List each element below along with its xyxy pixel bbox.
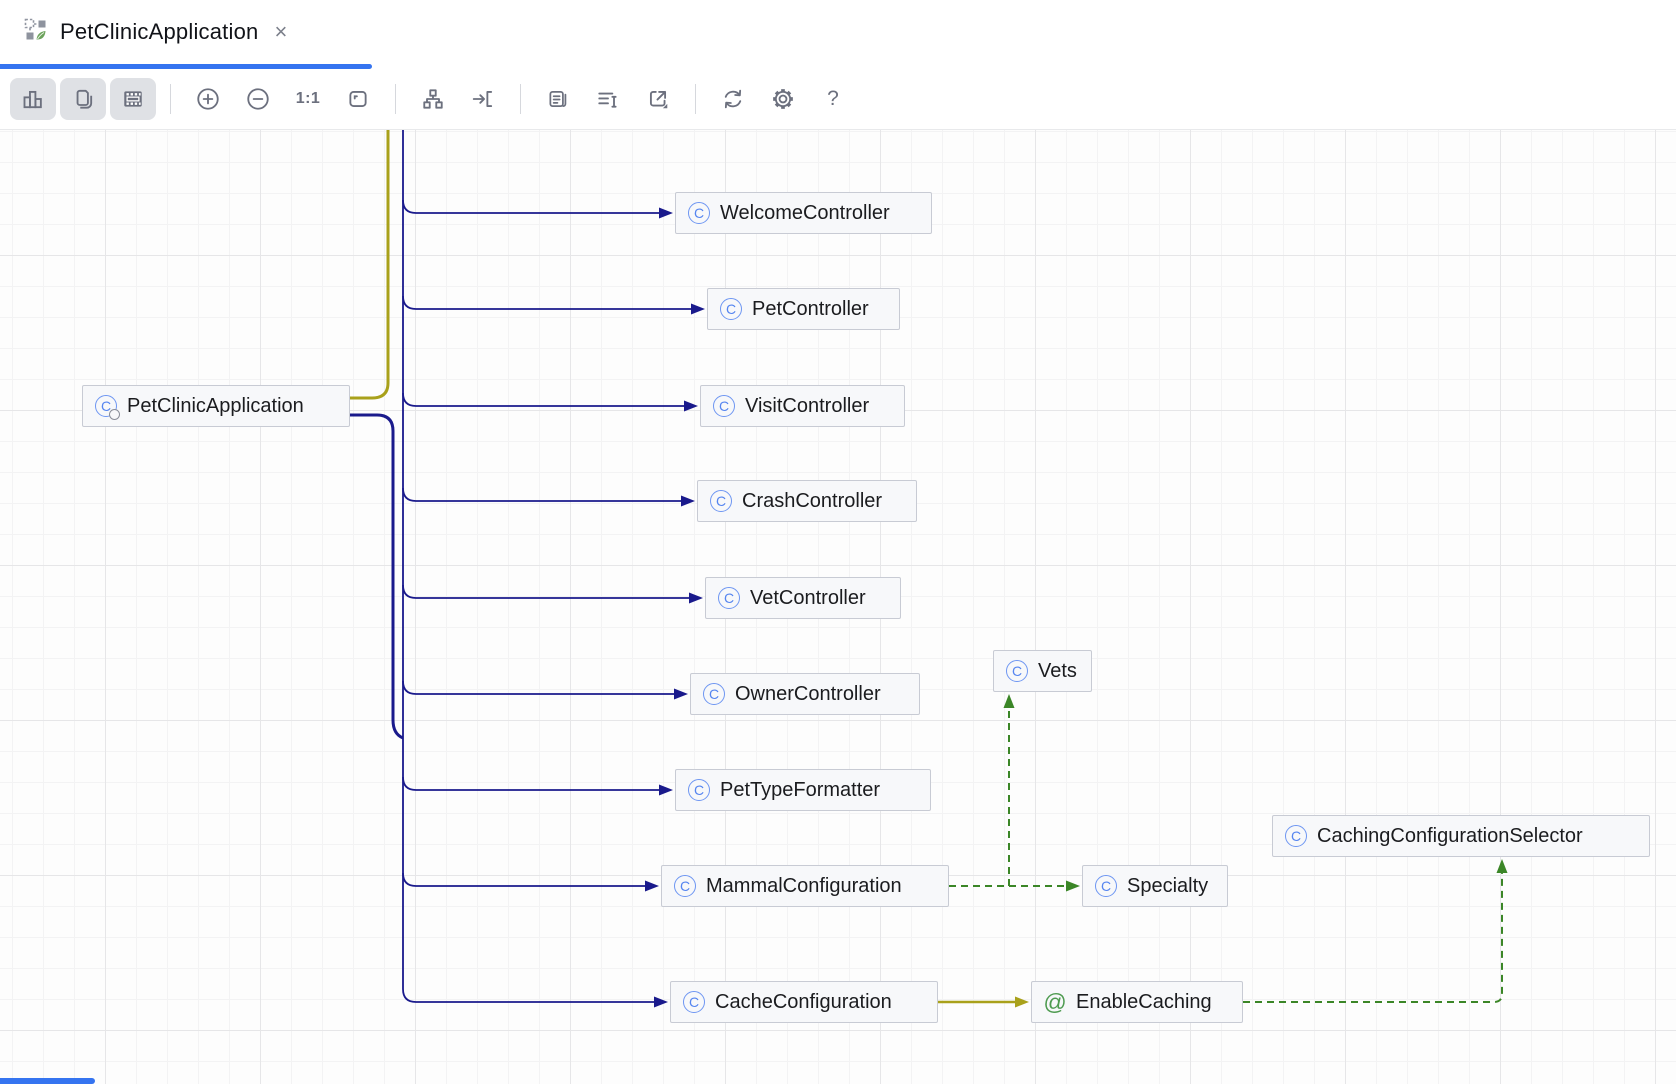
zoom-in-icon xyxy=(195,86,221,112)
zoom-actual-button[interactable]: 1:1 xyxy=(285,78,331,120)
active-tab-indicator xyxy=(0,64,372,69)
class-icon: C xyxy=(718,587,740,609)
node-pettypeformatter[interactable]: C PetTypeFormatter xyxy=(675,769,931,811)
media-grid-button[interactable] xyxy=(110,78,156,120)
node-petclinicapplication[interactable]: C PetClinicApplication xyxy=(82,385,350,427)
fields-visibility-icon xyxy=(21,87,45,111)
node-welcomecontroller[interactable]: C WelcomeController xyxy=(675,192,932,234)
apply-layout-button[interactable] xyxy=(410,78,456,120)
node-crashcontroller[interactable]: C CrashController xyxy=(697,480,917,522)
diagram-toolbar: 1:1 xyxy=(0,64,1676,130)
notes-button[interactable] xyxy=(535,78,581,120)
class-icon: C xyxy=(703,683,725,705)
class-icon: C xyxy=(720,298,742,320)
tab-petclinicapplication[interactable]: PetClinicApplication × xyxy=(0,0,309,64)
zoom-out-button[interactable] xyxy=(235,78,281,120)
class-icon: C xyxy=(688,202,710,224)
class-icon: C xyxy=(1285,825,1307,847)
zoom-in-button[interactable] xyxy=(185,78,231,120)
spring-diagram-icon xyxy=(24,18,48,47)
node-label: VetController xyxy=(750,587,866,610)
tab-title: PetClinicApplication xyxy=(60,19,258,45)
toolbar-separator xyxy=(395,84,396,114)
node-label: OwnerController xyxy=(735,683,881,706)
node-label: CachingConfigurationSelector xyxy=(1317,825,1583,848)
node-label: CrashController xyxy=(742,490,882,513)
settings-button[interactable] xyxy=(760,78,806,120)
close-icon[interactable]: × xyxy=(270,19,291,45)
copy-diagram-icon xyxy=(71,87,95,111)
class-icon: C xyxy=(1006,660,1028,682)
node-ownercontroller[interactable]: C OwnerController xyxy=(690,673,920,715)
node-cachingconfigurationselector[interactable]: C CachingConfigurationSelector xyxy=(1272,815,1650,857)
node-label: VisitController xyxy=(745,395,869,418)
node-label: PetClinicApplication xyxy=(127,395,304,418)
node-cacheconfiguration[interactable]: C CacheConfiguration xyxy=(670,981,938,1023)
node-visitcontroller[interactable]: C VisitController xyxy=(700,385,905,427)
node-vets[interactable]: C Vets xyxy=(993,650,1092,692)
export-icon xyxy=(646,87,670,111)
media-grid-icon xyxy=(121,87,145,111)
class-icon: C xyxy=(95,395,117,417)
horizontal-scrollbar-thumb[interactable] xyxy=(0,1078,95,1084)
node-mammalconfiguration[interactable]: C MammalConfiguration xyxy=(661,865,949,907)
toolbar-separator xyxy=(170,84,171,114)
help-button[interactable]: ? xyxy=(810,78,856,120)
class-icon: C xyxy=(674,875,696,897)
node-petcontroller[interactable]: C PetController xyxy=(707,288,900,330)
zoom-actual-label: 1:1 xyxy=(296,90,321,108)
diagram-canvas[interactable]: C PetClinicApplication C WelcomeControll… xyxy=(0,130,1676,1084)
toolbar-separator xyxy=(520,84,521,114)
node-specialty[interactable]: C Specialty xyxy=(1082,865,1228,907)
edit-text-button[interactable] xyxy=(585,78,631,120)
refresh-icon xyxy=(720,86,746,112)
fields-visibility-button[interactable] xyxy=(10,78,56,120)
settings-gear-icon xyxy=(770,86,796,112)
class-icon: C xyxy=(710,490,732,512)
tab-bar: PetClinicApplication × xyxy=(0,0,1676,64)
node-label: EnableCaching xyxy=(1076,991,1212,1014)
fit-content-icon xyxy=(346,87,370,111)
class-icon: C xyxy=(683,991,705,1013)
export-button[interactable] xyxy=(635,78,681,120)
class-icon: C xyxy=(688,779,710,801)
zoom-out-icon xyxy=(245,86,271,112)
node-vetcontroller[interactable]: C VetController xyxy=(705,577,901,619)
notes-icon xyxy=(546,87,570,111)
class-icon: C xyxy=(1095,875,1117,897)
node-label: CacheConfiguration xyxy=(715,991,892,1014)
route-edges-button[interactable] xyxy=(460,78,506,120)
copy-diagram-button[interactable] xyxy=(60,78,106,120)
fit-content-button[interactable] xyxy=(335,78,381,120)
class-icon: C xyxy=(713,395,735,417)
node-label: PetTypeFormatter xyxy=(720,779,880,802)
node-enablecaching[interactable]: @ EnableCaching xyxy=(1031,981,1243,1023)
edit-text-icon xyxy=(596,87,620,111)
run-overlay-icon xyxy=(109,409,120,420)
apply-layout-icon xyxy=(421,87,445,111)
route-edges-icon xyxy=(471,87,495,111)
node-label: WelcomeController xyxy=(720,202,890,225)
node-label: Vets xyxy=(1038,660,1077,683)
node-label: Specialty xyxy=(1127,875,1208,898)
toolbar-separator xyxy=(695,84,696,114)
annotation-icon: @ xyxy=(1044,991,1066,1013)
refresh-button[interactable] xyxy=(710,78,756,120)
node-label: MammalConfiguration xyxy=(706,875,902,898)
node-label: PetController xyxy=(752,298,869,321)
help-label: ? xyxy=(827,87,839,111)
